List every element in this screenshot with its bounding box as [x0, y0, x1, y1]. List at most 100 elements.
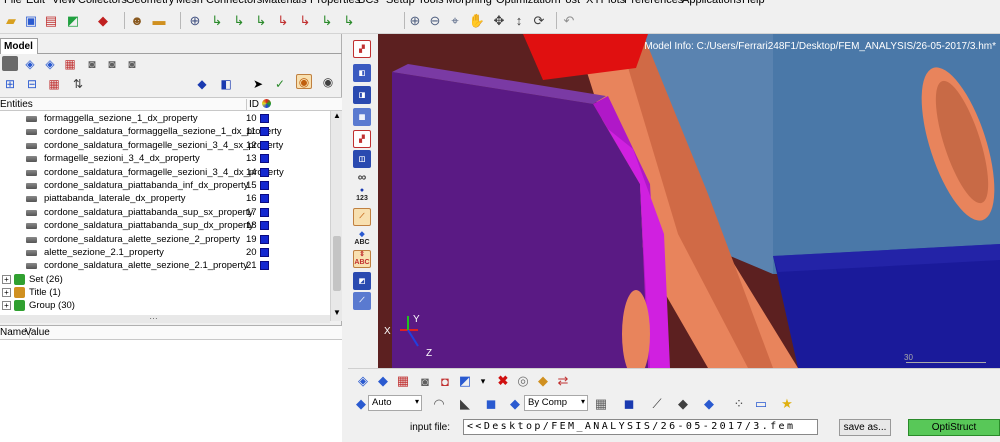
feature-lines-icon[interactable]: ▞ [353, 130, 371, 148]
open-file-icon[interactable]: ▰ [2, 11, 20, 29]
tree-group-row[interactable]: + Set (26) [0, 273, 330, 286]
menu-tools[interactable]: Tools [418, 0, 444, 6]
color-swatch[interactable] [260, 261, 269, 271]
assembly-icon[interactable]: ◈ [22, 56, 38, 71]
color-swatch[interactable] [260, 181, 269, 190]
eye-icon[interactable]: ◉ [320, 74, 336, 89]
export-icon[interactable]: ▤ [42, 11, 60, 29]
color-swatch[interactable] [260, 248, 269, 257]
find-icon[interactable]: ◩ [456, 372, 474, 390]
tree-scrollbar[interactable]: ▲ ▼ [330, 111, 342, 321]
monitor-icon[interactable]: ▭ [752, 395, 770, 413]
pan-hand-icon[interactable]: ✋ [468, 11, 486, 29]
undo-icon[interactable]: ↶ [560, 11, 578, 29]
expand-icon[interactable]: + [2, 288, 11, 297]
display-cube-icon[interactable]: ◆ [194, 76, 210, 91]
comp-icon[interactable]: ◆ [374, 372, 392, 390]
zoom-in-icon[interactable]: ⊕ [406, 11, 424, 29]
property-row[interactable]: formagelle_sezioni_3_4_dx_property 13 [0, 152, 330, 165]
cylinder-icon[interactable]: ◆ [534, 372, 552, 390]
transparency-icon[interactable]: ◫ [353, 150, 371, 168]
scroll-down-icon[interactable]: ▼ [333, 308, 341, 317]
horizontal-scrollbar[interactable]: … [0, 311, 330, 323]
graph-icon[interactable]: ⟋ [353, 208, 371, 226]
color-swatch[interactable] [260, 234, 269, 244]
cut-icon[interactable]: ◎ [514, 372, 532, 390]
color-swatch[interactable] [260, 207, 269, 217]
cube-icon[interactable]: ◼ [482, 395, 500, 413]
property-row[interactable]: cordone_saldatura_formagelle_sezioni_3_4… [0, 139, 330, 152]
number-icon[interactable]: ● 123 [353, 186, 371, 204]
scroll-thumb[interactable] [333, 236, 341, 291]
menu-setup[interactable]: Setup [386, 0, 415, 6]
property-row[interactable]: cordone_saldatura_formaggella_sezione_1_… [0, 125, 330, 138]
property-row[interactable]: cordone_saldatura_piattabanda_sup_dx_pro… [0, 219, 330, 232]
scroll-up-icon[interactable]: ▲ [333, 111, 341, 120]
property-row[interactable]: cordone_saldatura_formagelle_sezioni_3_4… [0, 166, 330, 179]
fit-icon[interactable]: ⌖ [446, 11, 464, 29]
line-icon[interactable]: ⟋ [648, 395, 666, 413]
color-swatch[interactable] [260, 140, 269, 150]
clip-red-icon[interactable]: ▞ [353, 40, 371, 58]
lighting-icon[interactable]: ◠ [430, 395, 448, 413]
input-file-field[interactable]: <<Desktop/FEM_ANALYSIS/26-05-2017/3.fem [463, 419, 818, 435]
property-row[interactable]: cordone_saldatura_alette_sezione_2_prope… [0, 233, 330, 246]
star-icon[interactable]: ★ [778, 395, 796, 413]
zoom-icon[interactable]: ⊕ [186, 11, 204, 29]
view-xz-icon[interactable]: ↳ [252, 11, 270, 29]
move-icon[interactable]: ✥ [490, 11, 508, 29]
eye-toggle-icon[interactable]: ◉ [296, 74, 312, 89]
isolate-icon[interactable]: ◧ [218, 76, 234, 91]
user-icon[interactable]: ☻ [128, 11, 146, 29]
property-row[interactable]: piattabanda_laterale_dx_property 16 [0, 192, 330, 205]
property-row[interactable]: formaggella_sezione_1_dx_property 10 [0, 112, 330, 125]
property-row[interactable]: cordone_saldatura_piattabanda_inf_dx_pro… [0, 179, 330, 192]
color-swatch[interactable] [260, 114, 269, 123]
view-iso-icon[interactable]: ↳ [318, 11, 336, 29]
menu-properties[interactable]: Properties [310, 0, 360, 6]
material-icon[interactable]: ▦ [62, 56, 78, 71]
model-icon[interactable]: ◈ [354, 372, 372, 390]
color-mode-select[interactable]: By Comp ▾ [524, 395, 588, 411]
rotate-icon[interactable]: ⟳ [530, 11, 548, 29]
grid-icon[interactable]: ⁘ [730, 395, 748, 413]
reverse-icon[interactable]: ⇄ [554, 372, 572, 390]
tree-group-row[interactable]: + Title (1) [0, 286, 330, 299]
system-icon[interactable]: ◙ [104, 56, 120, 71]
tree-group-row[interactable]: + Group (30) [0, 299, 330, 312]
tab-model[interactable]: Model [0, 38, 38, 54]
ruler-icon[interactable]: ⟋ [353, 292, 371, 310]
shaded-icon[interactable]: ◧ [353, 64, 371, 82]
menu-collectors[interactable]: Collectors [78, 0, 127, 6]
mesh-cube-icon[interactable]: ▦ [592, 395, 610, 413]
property-row[interactable]: cordone_saldatura_alette_sezione_2.1_pro… [0, 259, 330, 272]
vector-icon[interactable]: ◙ [124, 56, 140, 71]
shading-icon[interactable]: ◣ [456, 395, 474, 413]
menu-connectors[interactable]: Connectors [206, 0, 262, 6]
color-swatch[interactable] [260, 127, 269, 137]
menu-edit[interactable]: Edit [26, 0, 45, 6]
abc-active-icon[interactable]: ⇕ ABC [353, 250, 371, 268]
filter-icon[interactable]: ▦ [46, 76, 62, 91]
menu-bcs[interactable]: BCs [358, 0, 379, 6]
menu-mesh[interactable]: Mesh [176, 0, 203, 6]
abc-label-icon[interactable]: ◆ ABC [353, 230, 371, 248]
view-bottom-icon[interactable]: ↳ [340, 11, 358, 29]
save-icon[interactable]: ◩ [64, 11, 82, 29]
menu-help[interactable]: Help [742, 0, 765, 6]
value-column[interactable]: Value [25, 327, 50, 338]
view-yz-icon[interactable]: ↳ [230, 11, 248, 29]
show-icon[interactable]: ✓ [272, 76, 288, 91]
menu-view[interactable]: View [52, 0, 76, 6]
import-icon[interactable]: ▣ [22, 11, 40, 29]
mesh-lines-icon[interactable]: ▦ [353, 108, 371, 126]
menu-geometry[interactable]: Geometry [126, 0, 174, 6]
table-icon[interactable]: ▦ [394, 372, 412, 390]
collapse-tree-icon[interactable]: ⊟ [24, 76, 40, 91]
optistruct-button[interactable]: OptiStruct [908, 419, 1000, 436]
color-swatch[interactable] [260, 167, 269, 177]
vertical-arrows-icon[interactable]: ↕ [510, 11, 528, 29]
color-swatch[interactable] [260, 154, 269, 164]
folder-icon[interactable]: ▬ [150, 11, 168, 29]
color-swatch[interactable] [260, 221, 269, 231]
